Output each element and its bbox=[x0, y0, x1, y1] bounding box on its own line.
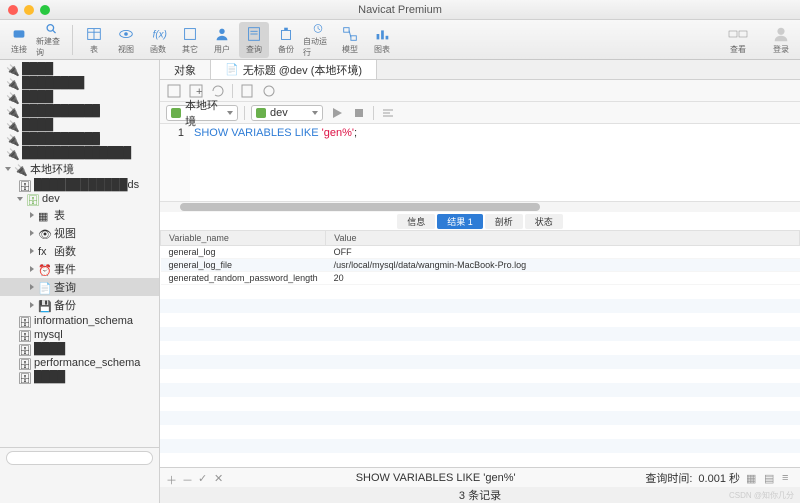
connection-tree: 🔌████ 🔌████████ 🔌████ 🔌██████████ 🔌████ … bbox=[0, 60, 160, 503]
context-selectors: 本地环境 dev bbox=[160, 102, 800, 124]
table-row[interactable]: generated_random_password_length20 bbox=[161, 272, 800, 285]
connection-item[interactable]: 🔌██████████ bbox=[0, 132, 159, 146]
close-icon[interactable] bbox=[8, 5, 18, 15]
text-view-icon[interactable]: ≡ bbox=[782, 472, 794, 484]
db-events[interactable]: ⏰事件 bbox=[0, 260, 159, 278]
result-tab-info[interactable]: 信息 bbox=[397, 214, 435, 229]
tab-objects[interactable]: 对象 bbox=[160, 60, 211, 79]
grid-view-icon[interactable]: ▦ bbox=[746, 472, 758, 484]
table-row[interactable]: general_logOFF bbox=[161, 246, 800, 259]
toolbar-chart[interactable]: 图表 bbox=[367, 22, 397, 58]
result-tab-result1[interactable]: 结果 1 bbox=[437, 214, 483, 229]
titlebar: Navicat Premium bbox=[0, 0, 800, 20]
content-area: 对象 📄无标题 @dev (本地环境) + 本地环境 dev 1 SHOW VA… bbox=[160, 60, 800, 503]
toolbar-automation[interactable]: 自动运行 bbox=[303, 22, 333, 58]
schema-item[interactable]: 🗄████ bbox=[0, 342, 159, 356]
tab-query-untitled[interactable]: 📄无标题 @dev (本地环境) bbox=[211, 60, 377, 79]
result-tab-profile[interactable]: 剖析 bbox=[485, 214, 523, 229]
minimize-icon[interactable] bbox=[24, 5, 34, 15]
db-tables[interactable]: ▦表 bbox=[0, 206, 159, 224]
editor-scrollbar[interactable] bbox=[160, 202, 800, 212]
toolbar-login[interactable]: 登录 bbox=[766, 22, 796, 58]
window-controls bbox=[8, 5, 50, 15]
run-icon[interactable] bbox=[329, 105, 345, 121]
editor-tabs: 对象 📄无标题 @dev (本地环境) bbox=[160, 60, 800, 80]
toolbar-view-mode[interactable]: 查看 bbox=[714, 22, 762, 58]
local-env-item[interactable]: 🔌本地环境 bbox=[0, 160, 159, 178]
connection-item[interactable]: 🔌████ bbox=[0, 118, 159, 132]
cell-value[interactable]: 20 bbox=[326, 272, 800, 285]
cell-variable-name[interactable]: generated_random_password_length bbox=[161, 272, 326, 285]
env-select[interactable]: 本地环境 bbox=[166, 105, 238, 121]
explain-icon[interactable] bbox=[261, 83, 277, 99]
schema-item[interactable]: 🗄information_schema bbox=[0, 314, 159, 328]
sidebar-search bbox=[0, 447, 160, 467]
schema-item[interactable]: 🗄mysql bbox=[0, 328, 159, 342]
toolbar-table[interactable]: 表 bbox=[79, 22, 109, 58]
stop-icon[interactable] bbox=[351, 105, 367, 121]
delete-row-icon[interactable]: － bbox=[182, 472, 194, 484]
db-select[interactable]: dev bbox=[251, 105, 323, 121]
toolbar-query[interactable]: 查询 bbox=[239, 22, 269, 58]
watermark: CSDN @知你几分 bbox=[729, 490, 794, 501]
editor-toolbar: + bbox=[160, 80, 800, 102]
db-queries[interactable]: 📄查询 bbox=[0, 278, 159, 296]
connection-item[interactable]: 🔌████ bbox=[0, 90, 159, 104]
result-tab-status[interactable]: 状态 bbox=[525, 214, 563, 229]
record-count-bar: 3 条记录 CSDN @知你几分 bbox=[160, 487, 800, 503]
toolbar-function[interactable]: f(x)函数 bbox=[143, 22, 173, 58]
db-backups[interactable]: 💾备份 bbox=[0, 296, 159, 314]
window-title: Navicat Premium bbox=[358, 4, 442, 16]
sql-editor[interactable]: 1 SHOW VARIABLES LIKE 'gen%'; bbox=[160, 124, 800, 202]
query-time-value: 0.001 秒 bbox=[698, 470, 740, 486]
line-gutter: 1 bbox=[160, 124, 190, 201]
toolbar-view[interactable]: 视图 bbox=[111, 22, 141, 58]
toolbar-model[interactable]: 模型 bbox=[335, 22, 365, 58]
schema-item[interactable]: 🗄████ bbox=[0, 370, 159, 384]
column-header[interactable]: Value bbox=[326, 231, 800, 246]
commit-icon[interactable]: ✓ bbox=[198, 472, 210, 484]
connection-item[interactable]: 🔌██████████ bbox=[0, 104, 159, 118]
toolbar-new-query[interactable]: 新建查询 bbox=[36, 22, 66, 58]
connection-item[interactable]: 🔌████████ bbox=[0, 76, 159, 90]
connection-item[interactable]: 🔌████ bbox=[0, 62, 159, 76]
connection-item[interactable]: 🔌██████████████ bbox=[0, 146, 159, 160]
column-header[interactable]: Variable_name bbox=[161, 231, 326, 246]
cell-variable-name[interactable]: general_log_file bbox=[161, 259, 326, 272]
sql-code[interactable]: SHOW VARIABLES LIKE 'gen%'; bbox=[190, 124, 361, 201]
db-views[interactable]: 👁视图 bbox=[0, 224, 159, 242]
results-grid[interactable]: Variable_name Value general_logOFFgenera… bbox=[160, 230, 800, 467]
search-input[interactable] bbox=[6, 451, 153, 465]
clipboard-icon[interactable] bbox=[239, 83, 255, 99]
svg-text:f(x): f(x) bbox=[153, 29, 167, 40]
toolbar-connect[interactable]: 连接 bbox=[4, 22, 34, 58]
toolbar-backup[interactable]: 备份 bbox=[271, 22, 301, 58]
zoom-icon[interactable] bbox=[40, 5, 50, 15]
table-row[interactable]: general_log_file/usr/local/mysql/data/wa… bbox=[161, 259, 800, 272]
db-functions[interactable]: fx函数 bbox=[0, 242, 159, 260]
toolbar-user[interactable]: 用户 bbox=[207, 22, 237, 58]
main-toolbar: 连接 新建查询 表 视图 f(x)函数 其它 用户 查询 备份 自动运行 模型 … bbox=[0, 20, 800, 60]
add-row-icon[interactable]: ＋ bbox=[166, 472, 178, 484]
result-tabs: 信息 结果 1 剖析 状态 bbox=[160, 212, 800, 230]
cell-value[interactable]: /usr/local/mysql/data/wangmin-MacBook-Pr… bbox=[326, 259, 800, 272]
format-icon[interactable] bbox=[380, 105, 396, 121]
toolbar-other[interactable]: 其它 bbox=[175, 22, 205, 58]
cell-variable-name[interactable]: general_log bbox=[161, 246, 326, 259]
schema-item[interactable]: 🗄performance_schema bbox=[0, 356, 159, 370]
database-dev[interactable]: 🗄dev bbox=[0, 192, 159, 206]
schema-item[interactable]: 🗄████████████ds bbox=[0, 178, 159, 192]
cancel-icon[interactable]: ✕ bbox=[214, 472, 226, 484]
form-view-icon[interactable]: ▤ bbox=[764, 472, 776, 484]
status-query-text: SHOW VARIABLES LIKE 'gen%' bbox=[226, 472, 645, 484]
cell-value[interactable]: OFF bbox=[326, 246, 800, 259]
status-bar: ＋ － ✓ ✕ SHOW VARIABLES LIKE 'gen%' 查询时间:… bbox=[160, 467, 800, 487]
query-time-label: 查询时间: bbox=[645, 470, 692, 486]
save-icon[interactable] bbox=[166, 83, 182, 99]
